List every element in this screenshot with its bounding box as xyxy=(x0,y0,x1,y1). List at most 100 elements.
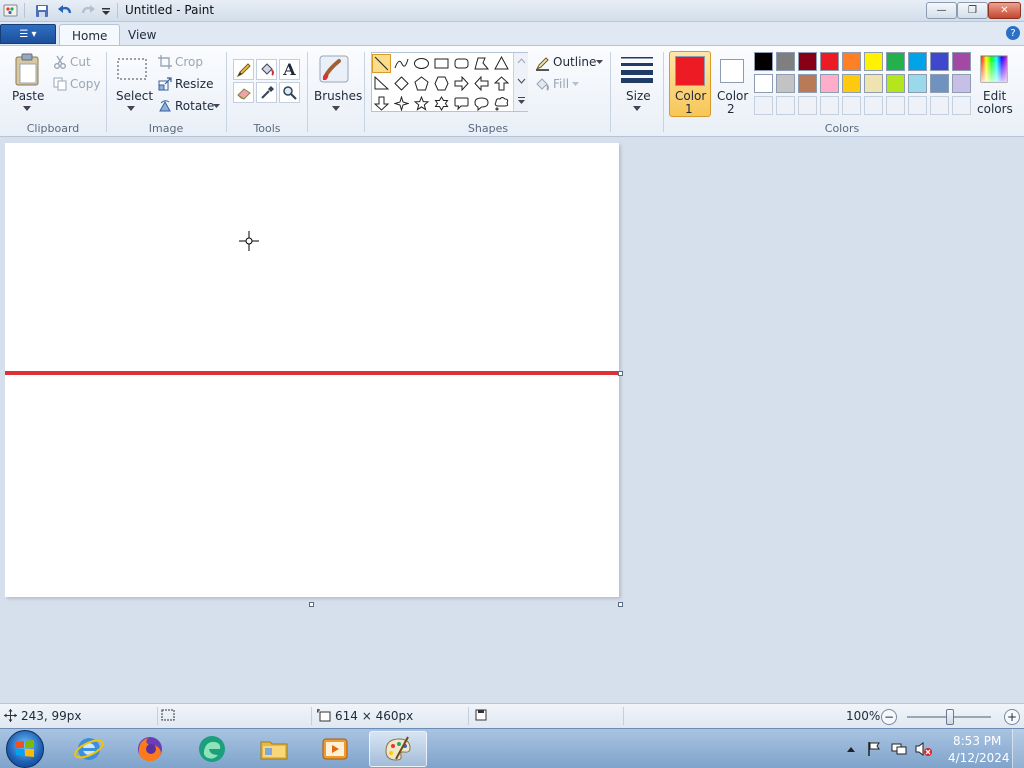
palette-color-swatch[interactable] xyxy=(952,52,971,71)
crop-icon[interactable] xyxy=(157,54,173,70)
tab-view[interactable]: View xyxy=(116,24,168,46)
canvas-resize-handle-corner[interactable] xyxy=(618,602,623,607)
palette-color-swatch[interactable] xyxy=(886,52,905,71)
palette-color-swatch[interactable] xyxy=(754,52,773,71)
custom-color-slot[interactable] xyxy=(908,96,927,115)
six-point-star-shape[interactable] xyxy=(432,94,451,113)
palette-color-swatch[interactable] xyxy=(908,52,927,71)
zoom-out-button[interactable]: − xyxy=(881,709,897,725)
palette-color-swatch[interactable] xyxy=(886,74,905,93)
custom-color-slot[interactable] xyxy=(842,96,861,115)
size-dropdown-icon[interactable] xyxy=(632,104,642,112)
resize-icon[interactable] xyxy=(157,76,173,92)
select-icon[interactable] xyxy=(116,56,148,82)
fill-dropdown-icon[interactable] xyxy=(571,80,579,88)
customize-qat-icon[interactable] xyxy=(97,2,115,20)
polygon-shape[interactable] xyxy=(472,54,491,73)
up-arrow-shape[interactable] xyxy=(492,74,511,93)
select-button[interactable]: Select xyxy=(116,89,153,103)
custom-color-slot[interactable] xyxy=(952,96,971,115)
rotate-dropdown-icon[interactable] xyxy=(212,102,220,110)
left-arrow-shape[interactable] xyxy=(472,74,491,93)
palette-color-swatch[interactable] xyxy=(798,74,817,93)
action-center-flag-icon[interactable] xyxy=(865,740,883,758)
custom-color-slot[interactable] xyxy=(820,96,839,115)
pencil-tool[interactable] xyxy=(233,59,254,80)
outline-icon[interactable] xyxy=(534,55,550,71)
palette-color-swatch[interactable] xyxy=(754,74,773,93)
hexagon-shape[interactable] xyxy=(432,74,451,93)
oval-shape[interactable] xyxy=(412,54,431,73)
canvas-resize-handle-right[interactable] xyxy=(618,371,623,376)
fill-shape-icon[interactable] xyxy=(534,76,550,92)
oval-callout-shape[interactable] xyxy=(472,94,491,113)
canvas-workspace[interactable] xyxy=(0,137,1024,703)
tab-home[interactable]: Home xyxy=(59,24,121,46)
size-icon[interactable] xyxy=(619,54,655,84)
palette-color-swatch[interactable] xyxy=(930,52,949,71)
clock-time[interactable]: 8:53 PM xyxy=(953,734,1001,748)
paste-button[interactable]: Paste xyxy=(12,89,44,103)
palette-color-swatch[interactable] xyxy=(820,74,839,93)
network-icon[interactable] xyxy=(890,740,908,758)
paint-menu-button[interactable]: ☰ ▾ xyxy=(0,24,56,44)
red-line-stroke[interactable] xyxy=(5,371,619,375)
outline-button[interactable]: Outline xyxy=(553,55,596,69)
rotate-icon[interactable] xyxy=(157,98,173,114)
resize-button[interactable]: Resize xyxy=(175,77,213,91)
curve-shape[interactable] xyxy=(392,54,411,73)
palette-color-swatch[interactable] xyxy=(776,74,795,93)
select-dropdown-icon[interactable] xyxy=(126,104,136,112)
custom-color-slot[interactable] xyxy=(930,96,949,115)
zoom-in-button[interactable]: + xyxy=(1004,709,1020,725)
rounded-rectangle-shape[interactable] xyxy=(452,54,471,73)
zoom-slider-thumb[interactable] xyxy=(946,709,954,725)
outline-dropdown-icon[interactable] xyxy=(595,58,603,66)
taskbar-edge[interactable] xyxy=(183,731,241,767)
brushes-dropdown-icon[interactable] xyxy=(331,104,341,112)
color2-swatch[interactable] xyxy=(720,59,744,83)
copy-button[interactable]: Copy xyxy=(70,77,100,91)
line-shape[interactable] xyxy=(372,54,391,73)
palette-color-swatch[interactable] xyxy=(842,52,861,71)
rounded-callout-shape[interactable] xyxy=(452,94,471,113)
custom-color-slot[interactable] xyxy=(798,96,817,115)
five-point-star-shape[interactable] xyxy=(412,94,431,113)
rectangle-shape[interactable] xyxy=(432,54,451,73)
color-picker-tool[interactable] xyxy=(256,82,277,103)
custom-color-slot[interactable] xyxy=(776,96,795,115)
magnifier-tool[interactable] xyxy=(279,82,300,103)
color2-label-line2[interactable]: 2 xyxy=(727,102,735,116)
palette-color-swatch[interactable] xyxy=(842,74,861,93)
show-hidden-icons-icon[interactable] xyxy=(845,743,857,755)
custom-color-slot[interactable] xyxy=(864,96,883,115)
volume-muted-icon[interactable] xyxy=(915,740,933,758)
palette-color-swatch[interactable] xyxy=(908,74,927,93)
down-arrow-shape[interactable] xyxy=(372,94,391,113)
triangle-shape[interactable] xyxy=(492,54,511,73)
custom-color-slot[interactable] xyxy=(754,96,773,115)
color2-label-line1[interactable]: Color xyxy=(717,89,748,103)
paint-app-icon[interactable] xyxy=(2,2,20,20)
taskbar-paint[interactable] xyxy=(369,731,427,767)
four-point-star-shape[interactable] xyxy=(392,94,411,113)
right-triangle-shape[interactable] xyxy=(372,74,391,93)
taskbar-file-explorer[interactable] xyxy=(245,731,303,767)
paste-icon[interactable] xyxy=(12,52,42,88)
cloud-callout-shape[interactable] xyxy=(492,94,511,113)
copy-icon[interactable] xyxy=(52,76,68,92)
canvas-resize-handle-bottom[interactable] xyxy=(309,602,314,607)
brushes-button[interactable]: Brushes xyxy=(314,89,362,103)
text-tool[interactable]: A xyxy=(279,59,300,80)
paste-dropdown-icon[interactable] xyxy=(22,104,32,112)
palette-color-swatch[interactable] xyxy=(864,52,883,71)
help-icon[interactable]: ? xyxy=(1006,26,1020,40)
edit-colors-label-line2[interactable]: colors xyxy=(977,102,1013,116)
maximize-button[interactable]: ❐ xyxy=(957,2,988,19)
cut-icon[interactable] xyxy=(52,54,68,70)
close-button[interactable]: ✕ xyxy=(988,2,1021,19)
show-desktop-button[interactable] xyxy=(1012,729,1024,768)
clock-date[interactable]: 4/12/2024 xyxy=(948,751,1010,765)
right-arrow-shape[interactable] xyxy=(452,74,471,93)
eraser-tool[interactable] xyxy=(233,82,254,103)
